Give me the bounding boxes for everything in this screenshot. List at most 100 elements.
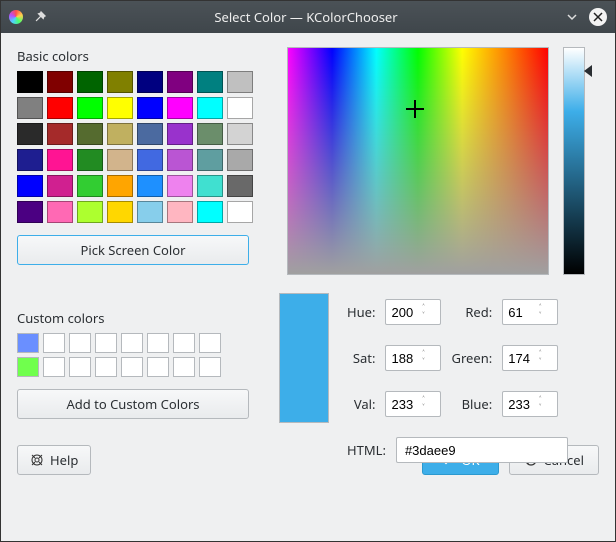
custom-swatch[interactable]	[121, 333, 143, 353]
custom-swatch[interactable]	[43, 357, 65, 377]
custom-swatch[interactable]	[173, 357, 195, 377]
pick-screen-color-label: Pick Screen Color	[80, 241, 185, 259]
basic-swatch[interactable]	[107, 97, 133, 119]
basic-swatch[interactable]	[47, 123, 73, 145]
basic-swatch[interactable]	[197, 97, 223, 119]
basic-swatch[interactable]	[167, 71, 193, 93]
custom-swatch[interactable]	[17, 357, 39, 377]
basic-swatch[interactable]	[17, 123, 43, 145]
basic-swatch[interactable]	[197, 71, 223, 93]
basic-colors-grid	[17, 71, 269, 223]
green-stepper[interactable]: ˄˅	[502, 345, 558, 371]
basic-swatch[interactable]	[47, 201, 73, 223]
red-down-icon[interactable]: ˅	[539, 312, 541, 320]
hue-label: Hue:	[347, 303, 375, 321]
custom-swatch[interactable]	[95, 357, 117, 377]
hue-input[interactable]	[386, 305, 416, 320]
basic-swatch[interactable]	[17, 71, 43, 93]
basic-swatch[interactable]	[77, 175, 103, 197]
basic-swatch[interactable]	[107, 149, 133, 171]
basic-swatch[interactable]	[137, 149, 163, 171]
custom-swatch[interactable]	[147, 333, 169, 353]
custom-swatch[interactable]	[17, 333, 39, 353]
basic-swatch[interactable]	[107, 201, 133, 223]
sat-down-icon[interactable]: ˅	[422, 358, 424, 366]
html-input[interactable]	[396, 437, 568, 463]
custom-swatch[interactable]	[43, 333, 65, 353]
basic-swatch[interactable]	[137, 71, 163, 93]
value-slider-handle-icon[interactable]	[584, 65, 592, 77]
val-label: Val:	[347, 395, 375, 413]
basic-swatch[interactable]	[137, 123, 163, 145]
val-down-icon[interactable]: ˅	[422, 404, 424, 412]
hue-stepper[interactable]: ˄˅	[385, 299, 441, 325]
basic-swatch[interactable]	[227, 149, 253, 171]
basic-swatch[interactable]	[77, 71, 103, 93]
basic-swatch[interactable]	[137, 97, 163, 119]
color-gradient-picker[interactable]	[287, 47, 549, 275]
basic-swatch[interactable]	[197, 175, 223, 197]
basic-swatch[interactable]	[167, 123, 193, 145]
basic-swatch[interactable]	[227, 71, 253, 93]
custom-swatch[interactable]	[69, 357, 91, 377]
custom-swatch[interactable]	[173, 333, 195, 353]
basic-swatch[interactable]	[167, 175, 193, 197]
basic-swatch[interactable]	[107, 123, 133, 145]
blue-input[interactable]	[503, 397, 533, 412]
green-down-icon[interactable]: ˅	[539, 358, 541, 366]
green-input[interactable]	[503, 351, 533, 366]
basic-swatch[interactable]	[227, 175, 253, 197]
basic-swatch[interactable]	[17, 149, 43, 171]
help-button[interactable]: Help	[17, 445, 91, 475]
custom-swatch[interactable]	[147, 357, 169, 377]
basic-swatch[interactable]	[17, 201, 43, 223]
basic-swatch[interactable]	[47, 175, 73, 197]
basic-swatch[interactable]	[227, 201, 253, 223]
pin-icon[interactable]	[33, 10, 47, 24]
basic-swatch[interactable]	[167, 149, 193, 171]
basic-swatch[interactable]	[107, 71, 133, 93]
help-label: Help	[50, 451, 78, 469]
basic-swatch[interactable]	[167, 201, 193, 223]
custom-swatch[interactable]	[121, 357, 143, 377]
basic-swatch[interactable]	[107, 175, 133, 197]
custom-swatch[interactable]	[199, 333, 221, 353]
red-input[interactable]	[503, 305, 533, 320]
red-label: Red:	[451, 303, 492, 321]
red-stepper[interactable]: ˄˅	[502, 299, 558, 325]
basic-swatch[interactable]	[47, 97, 73, 119]
custom-swatch[interactable]	[199, 357, 221, 377]
custom-swatch[interactable]	[95, 333, 117, 353]
basic-swatch[interactable]	[197, 123, 223, 145]
sat-input[interactable]	[386, 351, 416, 366]
basic-swatch[interactable]	[77, 201, 103, 223]
basic-swatch[interactable]	[137, 201, 163, 223]
basic-swatch[interactable]	[77, 97, 103, 119]
html-label: HTML:	[347, 441, 386, 459]
add-to-custom-colors-button[interactable]: Add to Custom Colors	[17, 389, 249, 419]
basic-swatch[interactable]	[77, 149, 103, 171]
close-icon[interactable]	[589, 8, 607, 26]
basic-swatch[interactable]	[167, 97, 193, 119]
custom-swatch[interactable]	[69, 333, 91, 353]
basic-swatch[interactable]	[227, 97, 253, 119]
basic-swatch[interactable]	[17, 97, 43, 119]
pick-screen-color-button[interactable]: Pick Screen Color	[17, 235, 249, 265]
minimize-icon[interactable]	[565, 10, 579, 24]
val-stepper[interactable]: ˄˅	[385, 391, 441, 417]
basic-swatch[interactable]	[137, 175, 163, 197]
basic-swatch[interactable]	[227, 123, 253, 145]
basic-swatch[interactable]	[47, 71, 73, 93]
val-input[interactable]	[386, 397, 416, 412]
color-preview	[279, 293, 329, 423]
blue-down-icon[interactable]: ˅	[539, 404, 541, 412]
basic-swatch[interactable]	[47, 149, 73, 171]
basic-swatch[interactable]	[197, 149, 223, 171]
basic-swatch[interactable]	[77, 123, 103, 145]
hue-down-icon[interactable]: ˅	[422, 312, 424, 320]
basic-swatch[interactable]	[197, 201, 223, 223]
sat-stepper[interactable]: ˄˅	[385, 345, 441, 371]
basic-swatch[interactable]	[17, 175, 43, 197]
blue-stepper[interactable]: ˄˅	[502, 391, 558, 417]
value-slider[interactable]	[563, 47, 585, 275]
